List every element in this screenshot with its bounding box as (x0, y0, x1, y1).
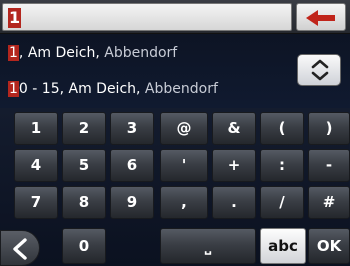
key-7[interactable]: 7 (14, 186, 58, 219)
key-minus[interactable]: - (308, 149, 350, 182)
key-colon[interactable]: : (260, 149, 304, 182)
match-highlight: 1 (8, 81, 19, 97)
key-apostrophe[interactable]: ' (160, 149, 208, 182)
backspace-button[interactable] (296, 3, 346, 31)
key-plus[interactable]: + (212, 149, 256, 182)
key-period[interactable]: . (212, 186, 256, 219)
key-abc-mode[interactable]: abc (260, 228, 306, 264)
key-9[interactable]: 9 (110, 186, 154, 219)
arrow-left-icon (306, 10, 335, 26)
address-entry-screen: 1 1, Am Deich, Abbendorf 10 - 15, Am Dei… (0, 0, 350, 266)
input-bar: 1 (0, 0, 350, 34)
key-8[interactable]: 8 (62, 186, 106, 219)
key-5[interactable]: 5 (62, 149, 106, 182)
key-space[interactable]: ⎵ (160, 228, 256, 264)
back-button[interactable] (0, 230, 40, 266)
ok-button[interactable]: OK (308, 228, 350, 264)
match-highlight: 1 (8, 45, 19, 61)
search-input[interactable]: 1 (2, 3, 292, 31)
key-at[interactable]: @ (160, 112, 208, 145)
town-text: Abbendorf (140, 81, 218, 97)
typed-text: 1 (8, 8, 22, 28)
chevron-up-down-icon (311, 59, 329, 81)
list-item[interactable]: 1, Am Deich, Abbendorf (8, 42, 177, 64)
key-hash[interactable]: # (308, 186, 350, 219)
keyboard: 1 2 3 @ & ( ) 4 5 6 ' + : - 7 8 9 , . / … (0, 108, 350, 266)
results-list: 1, Am Deich, Abbendorf 10 - 15, Am Deich… (0, 34, 350, 108)
town-text: Abbendorf (99, 45, 178, 61)
chevron-left-icon (13, 238, 27, 260)
key-comma[interactable]: , (160, 186, 208, 219)
key-2[interactable]: 2 (62, 112, 106, 145)
key-close-paren[interactable]: ) (308, 112, 350, 145)
street-text: , Am Deich, (18, 45, 100, 61)
key-slash[interactable]: / (260, 186, 304, 219)
key-1[interactable]: 1 (14, 112, 58, 145)
key-ampersand[interactable]: & (212, 112, 256, 145)
key-6[interactable]: 6 (110, 149, 154, 182)
street-text: 0 - 15, Am Deich, (18, 81, 141, 97)
key-4[interactable]: 4 (14, 149, 58, 182)
key-3[interactable]: 3 (110, 112, 154, 145)
expand-list-button[interactable] (297, 54, 341, 86)
list-item[interactable]: 10 - 15, Am Deich, Abbendorf (8, 78, 218, 100)
key-0[interactable]: 0 (62, 228, 106, 264)
key-open-paren[interactable]: ( (260, 112, 304, 145)
